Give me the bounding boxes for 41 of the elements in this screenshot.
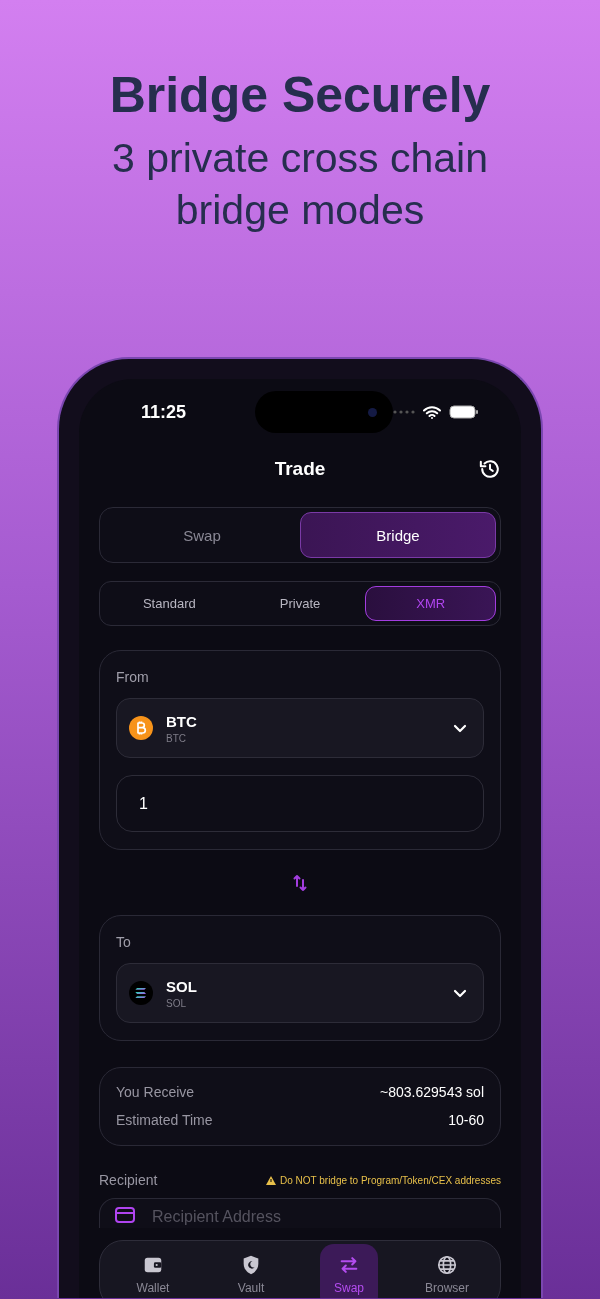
signal-icon [393,410,415,414]
globe-icon [436,1254,458,1276]
token-symbol: SOL [166,977,198,995]
token-select[interactable]: BTC BTC [116,698,484,758]
status-time: 11:25 [141,401,188,423]
tab[interactable]: XMR [365,586,496,621]
solana-icon [129,981,153,1005]
bitcoin-icon [129,716,153,740]
headline: Bridge Securely [109,66,491,124]
summary-value: ~803.629543 sol [380,1084,484,1100]
swap-icon [338,1254,360,1276]
swap-arrows-icon[interactable] [293,874,307,892]
screen-title: Trade [274,458,326,480]
summary-value: 10-60 [448,1112,484,1128]
nav-tab[interactable]: Browser [418,1244,476,1298]
card-icon [115,1207,135,1223]
tab[interactable]: Private [234,586,366,621]
recipient-field[interactable]: Recipient Address [99,1198,501,1228]
nav-tab[interactable]: Swap [320,1244,378,1298]
card-label: From [116,668,150,687]
card-label: To [116,933,132,952]
warning-text: Do NOT bridge to Program/Token/CEX addresses [279,1174,501,1186]
token-select[interactable]: SOL SOL [116,963,484,1023]
tab[interactable]: Swap [104,512,300,558]
chevron-down-icon [453,988,467,998]
chevron-down-icon [453,723,467,733]
tab[interactable]: Standard [104,586,235,621]
nav-tab[interactable]: Wallet [124,1244,182,1298]
token-symbol: BTC [166,712,198,730]
tab[interactable]: Bridge [300,512,496,558]
warning-icon [265,1175,276,1185]
amount-field[interactable]: 1 [116,775,484,832]
battery-icon [449,405,479,419]
recipient-label: Recipient [99,1172,158,1188]
token-network: SOL [166,997,187,1009]
token-network: BTC [166,732,187,744]
subheadline: 3 private cross chain bridge modes [111,134,489,235]
summary-label: You Receive [116,1084,195,1100]
wifi-icon [423,405,441,419]
nav-tab[interactable]: Vault [222,1244,280,1298]
summary-label: Estimated Time [116,1112,213,1128]
